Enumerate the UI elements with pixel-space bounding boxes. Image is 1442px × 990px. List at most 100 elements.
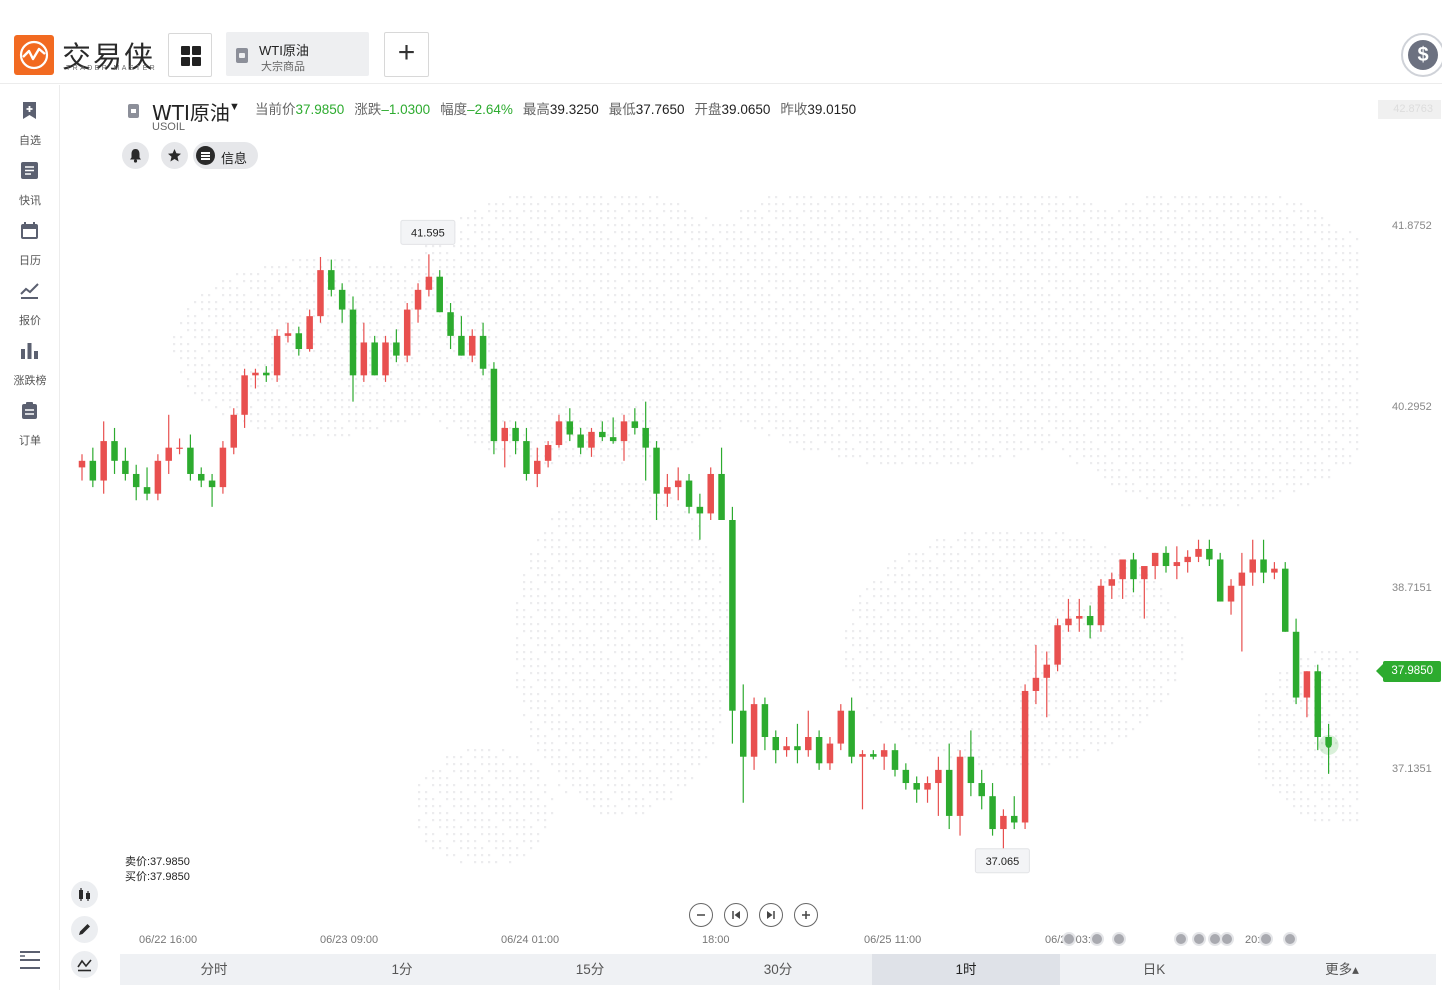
candle [577, 427, 584, 455]
event-marker[interactable] [1259, 932, 1273, 946]
candle [1238, 552, 1246, 652]
instrument-tab-wti[interactable]: WTI原油 大宗商品 [226, 32, 369, 76]
candle [458, 316, 465, 356]
sidebar: 自选 快讯 日历 报价 涨跌榜 订单 [0, 85, 60, 990]
candle [750, 697, 758, 770]
instrument-code: USOIL [152, 121, 186, 133]
candle [436, 270, 443, 313]
candle [1281, 562, 1289, 632]
top-bar: 交易侠 TRADER MASTER WTI原油 大宗商品 + $ [0, 0, 1442, 84]
indicator-button[interactable] [71, 951, 98, 978]
open-label: 开盘 [694, 102, 722, 117]
sidebar-item-quotes[interactable]: 报价 [0, 271, 60, 327]
candle [284, 322, 292, 343]
tab-period-1m[interactable]: 1分 [308, 954, 496, 985]
candle [891, 743, 899, 777]
sidebar-item-label: 日历 [19, 255, 41, 267]
indicator-icon [77, 959, 92, 972]
bell-icon [130, 149, 141, 163]
event-marker[interactable] [1112, 932, 1126, 946]
candle [317, 256, 324, 323]
instrument-icon [128, 104, 139, 118]
event-marker[interactable] [1090, 932, 1104, 946]
event-marker[interactable] [1220, 932, 1234, 946]
candle [1216, 552, 1224, 602]
add-tab-button[interactable]: + [384, 32, 429, 77]
alert-button[interactable] [122, 142, 149, 169]
candle [599, 421, 606, 442]
account-button[interactable]: $ [1401, 33, 1442, 77]
candle [913, 776, 920, 803]
candle [165, 414, 172, 474]
candle [143, 467, 151, 501]
chevron-down-icon[interactable]: ▼ [229, 101, 240, 113]
sidebar-item-movers[interactable]: 涨跌榜 [0, 331, 60, 387]
candle [1130, 552, 1137, 593]
candle [1195, 539, 1202, 563]
pct-value: –2.64% [467, 102, 513, 117]
sidebar-item-orders[interactable]: 订单 [0, 391, 60, 447]
zoom-in-button[interactable] [794, 903, 818, 927]
tab-period-1h[interactable]: 1时 [872, 954, 1060, 985]
candle [1000, 809, 1007, 849]
favorite-button[interactable] [161, 142, 188, 169]
low-label: 最低 [608, 102, 636, 117]
candle [447, 303, 454, 350]
draw-tool-button[interactable] [71, 916, 98, 943]
sidebar-item-watchlist[interactable]: 自选 [0, 91, 60, 147]
bookmark-plus-icon [23, 102, 36, 119]
tab-period-15m[interactable]: 15分 [496, 954, 684, 985]
candlestick-chart[interactable]: 41.8752 40.2952 38.7151 37.1351 41.595 37.065 [62, 86, 1442, 954]
tab-period-more[interactable]: 更多▴ [1248, 954, 1436, 985]
candle [501, 421, 509, 468]
candle [837, 704, 845, 751]
candle [111, 427, 118, 474]
zoom-out-button[interactable] [689, 903, 713, 927]
open-value: 39.0650 [721, 102, 771, 117]
candle [1292, 618, 1300, 705]
chart-type-button[interactable] [71, 881, 98, 908]
candle [588, 427, 595, 457]
event-marker[interactable] [1174, 932, 1188, 946]
candle [707, 467, 714, 520]
event-marker[interactable] [1192, 932, 1206, 946]
candle [967, 730, 975, 797]
tab-subtitle: 大宗商品 [261, 61, 305, 73]
sidebar-item-news[interactable]: 快讯 [0, 151, 60, 207]
candle [100, 421, 107, 494]
scroll-start-button[interactable] [724, 903, 748, 927]
x-tick-label: 18:00 [702, 934, 730, 946]
candle [1162, 546, 1170, 573]
sidebar-item-calendar[interactable]: 日历 [0, 211, 60, 267]
quote-stats: 当前价37.9850 涨跌–1.0300 幅度–2.64% 最高39.3250 最低37… [255, 98, 856, 118]
candle [805, 710, 812, 757]
candle [414, 283, 422, 323]
info-button[interactable]: 信息 [193, 142, 258, 169]
buy-price: 买价:37.9850 [125, 871, 190, 883]
tab-period-daily[interactable]: 日K [1060, 954, 1248, 985]
event-marker[interactable] [1062, 932, 1076, 946]
candle [403, 303, 411, 363]
candle [306, 309, 313, 352]
candle [1173, 546, 1181, 580]
candle [490, 362, 498, 455]
event-marker[interactable] [1283, 932, 1297, 946]
tab-period-tick[interactable]: 分时 [120, 954, 308, 985]
menu-icon[interactable] [19, 950, 41, 970]
last-price-dot [1325, 741, 1332, 748]
layout-grid-button[interactable] [168, 33, 212, 77]
sidebar-item-label: 涨跌榜 [13, 375, 47, 387]
candle [664, 473, 671, 507]
candle [328, 259, 335, 297]
scroll-end-button[interactable] [759, 903, 783, 927]
candle [761, 697, 769, 751]
news-list-icon [21, 162, 38, 179]
instrument-icon [236, 48, 248, 63]
candle [848, 697, 855, 764]
tab-period-30m[interactable]: 30分 [684, 954, 872, 985]
candle [1010, 796, 1018, 830]
current-price-tag: 37.9850 [1376, 661, 1441, 682]
candle [880, 743, 888, 770]
candle [479, 322, 487, 376]
candle [1184, 550, 1191, 573]
